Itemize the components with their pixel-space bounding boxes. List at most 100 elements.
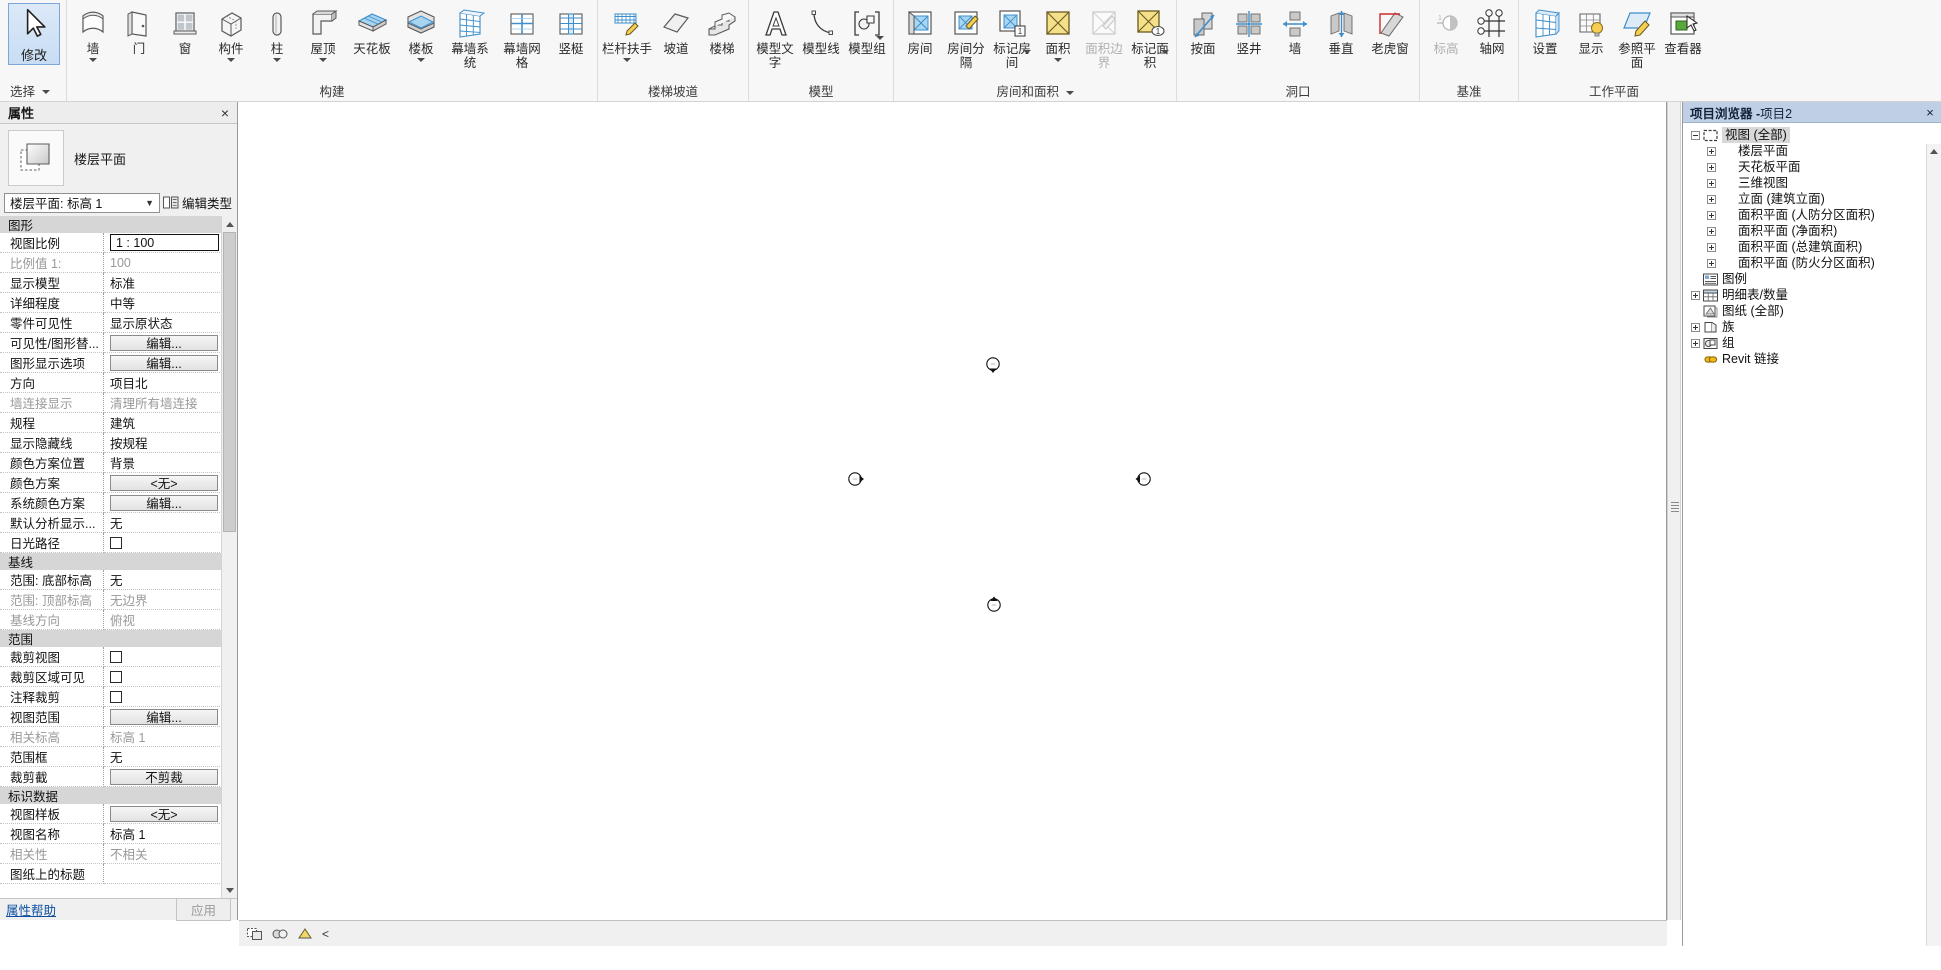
ribbon-button-component[interactable]: 构件	[208, 4, 254, 62]
property-value-checkbox[interactable]	[110, 536, 122, 549]
chevron-down-icon[interactable]	[1054, 58, 1062, 62]
properties-scrollbar[interactable]	[221, 216, 237, 898]
scroll-thumb[interactable]	[223, 232, 236, 532]
ribbon-button-wall[interactable]: 墙	[70, 4, 116, 62]
property-value-button[interactable]: 编辑...	[110, 708, 218, 725]
ribbon-button-curtain-grid[interactable]: 幕墙网格	[496, 4, 548, 70]
property-value-button[interactable]: 编辑...	[110, 354, 218, 371]
property-value-cell[interactable]: 1 : 100	[104, 233, 222, 253]
property-value-button[interactable]: <无>	[110, 474, 218, 491]
ribbon-button-model-group[interactable]: 模型组	[844, 4, 890, 56]
view-scale-icon[interactable]	[247, 926, 263, 941]
canvas-right-strip[interactable]	[1667, 102, 1681, 920]
property-value-cell[interactable]: 不相关	[104, 844, 222, 864]
property-value-cell[interactable]: 无	[104, 570, 222, 590]
ribbon-button-model-text[interactable]: 模型文字	[752, 4, 798, 70]
property-value-button[interactable]: 编辑...	[110, 334, 218, 351]
ribbon-button-workplane-show[interactable]: 显示	[1568, 4, 1614, 56]
tree-item[interactable]: 图例	[1683, 271, 1941, 287]
visual-style-icon[interactable]	[297, 926, 313, 941]
property-value-cell[interactable]: 背景	[104, 453, 222, 473]
tree-item[interactable]: 天花板平面	[1683, 159, 1941, 175]
chevron-down-icon[interactable]	[876, 36, 884, 40]
ribbon-button-shaft-opening[interactable]: 竖井	[1226, 4, 1272, 56]
expand-icon[interactable]	[1707, 210, 1716, 220]
property-value-cell[interactable]: 无	[104, 747, 222, 767]
property-value-button[interactable]: <无>	[110, 805, 218, 822]
type-selector-dropdown[interactable]: 楼层平面: 标高 1 ▼	[4, 192, 160, 213]
property-value-cell[interactable]: 建筑	[104, 413, 222, 433]
chevron-down-icon[interactable]	[417, 58, 425, 62]
tree-item[interactable]: Revit 链接	[1683, 351, 1941, 367]
property-value-checkbox[interactable]	[110, 670, 122, 683]
browser-scrollbar[interactable]	[1926, 144, 1941, 946]
edit-type-button[interactable]: 编辑类型	[162, 193, 234, 212]
ribbon-button-column[interactable]: 柱	[254, 4, 300, 62]
modify-button[interactable]: 修改	[8, 3, 60, 65]
property-value-cell[interactable]: 标高 1	[104, 824, 222, 844]
property-value-cell[interactable]: 编辑...	[104, 493, 222, 513]
elevation-marker-north[interactable]	[984, 355, 1002, 373]
expand-icon[interactable]	[1691, 338, 1700, 348]
property-value-cell[interactable]: 100	[104, 253, 222, 273]
property-value-cell[interactable]: 标准	[104, 273, 222, 293]
chevron-down-icon[interactable]	[1065, 90, 1074, 95]
ribbon-button-floor[interactable]: 楼板	[398, 4, 444, 62]
ribbon-button-workplane-set[interactable]: 设置	[1522, 4, 1568, 56]
ribbon-button-tag-room[interactable]: 1 标记房间	[989, 4, 1035, 70]
expand-icon[interactable]	[1707, 194, 1716, 204]
expand-icon[interactable]	[1691, 322, 1700, 332]
ribbon-button-viewer[interactable]: 查看器	[1660, 4, 1706, 56]
property-value-cell[interactable]	[104, 864, 222, 884]
tree-item[interactable]: 三维视图	[1683, 175, 1941, 191]
property-value-cell[interactable]	[104, 533, 222, 553]
tree-item[interactable]: 面积平面 (总建筑面积)	[1683, 239, 1941, 255]
expand-icon[interactable]	[1707, 258, 1716, 268]
collapse-icon[interactable]	[1691, 130, 1700, 140]
tree-item[interactable]: 图纸 (全部)	[1683, 303, 1941, 319]
ribbon-button-room[interactable]: 房间	[897, 4, 943, 56]
ribbon-button-dormer-opening[interactable]: 老虎窗	[1364, 4, 1416, 56]
panel-resize-grip[interactable]	[1671, 500, 1679, 522]
ribbon-button-ceiling[interactable]: 天花板	[346, 4, 398, 56]
tree-item[interactable]: 组	[1683, 335, 1941, 351]
scroll-up-button[interactable]	[222, 216, 237, 232]
expand-icon[interactable]	[1691, 290, 1700, 300]
ribbon-button-roof[interactable]: 屋顶	[300, 4, 346, 62]
ribbon-button-ramp[interactable]: 坡道	[653, 4, 699, 56]
close-icon[interactable]: ×	[1921, 105, 1939, 120]
tree-item[interactable]: 面积平面 (净面积)	[1683, 223, 1941, 239]
tree-item[interactable]: 面积平面 (防火分区面积)	[1683, 255, 1941, 271]
elevation-marker-south[interactable]	[985, 596, 1003, 614]
ribbon-button-mullion[interactable]: 竖梃	[548, 4, 594, 56]
drawing-canvas[interactable]	[239, 102, 1667, 920]
elevation-marker-west[interactable]	[846, 470, 864, 488]
properties-help-link[interactable]: 属性帮助	[6, 900, 56, 919]
ribbon-button-curtain-system[interactable]: 幕墙系统	[444, 4, 496, 70]
property-value-checkbox[interactable]	[110, 690, 122, 703]
tree-item[interactable]: 明细表/数量	[1683, 287, 1941, 303]
property-value-cell[interactable]: <无>	[104, 473, 222, 493]
property-value-cell[interactable]: 标高 1	[104, 727, 222, 747]
close-icon[interactable]: ×	[217, 105, 233, 121]
property-value-cell[interactable]: 俯视	[104, 610, 222, 630]
property-value-button[interactable]: 编辑...	[110, 494, 218, 511]
detail-level-icon[interactable]	[272, 926, 288, 941]
select-group-footer[interactable]: 选择	[4, 83, 62, 101]
property-value-cell[interactable]	[104, 687, 222, 707]
ribbon-button-area[interactable]: 面积	[1035, 4, 1081, 62]
ribbon-button-tag-area[interactable]: 1 标记面积	[1127, 4, 1173, 70]
tree-item[interactable]: 楼层平面	[1683, 143, 1941, 159]
property-value-cell[interactable]: 显示原状态	[104, 313, 222, 333]
expand-icon[interactable]	[1707, 178, 1716, 188]
property-value-cell[interactable]: 项目北	[104, 373, 222, 393]
tree-item[interactable]: 视图 (全部)	[1683, 127, 1941, 143]
ribbon-group-title[interactable]: 房间和面积	[897, 83, 1173, 101]
expand-icon[interactable]	[1707, 146, 1716, 156]
ribbon-button-wall-opening[interactable]: 墙	[1272, 4, 1318, 56]
property-value-input[interactable]: 1 : 100	[110, 234, 219, 251]
ribbon-button-opening-by-face[interactable]: 按面	[1180, 4, 1226, 56]
ribbon-button-ref-plane[interactable]: 参照平面	[1614, 4, 1660, 70]
property-value-button[interactable]: 不剪裁	[110, 768, 218, 785]
property-value-cell[interactable]	[104, 667, 222, 687]
